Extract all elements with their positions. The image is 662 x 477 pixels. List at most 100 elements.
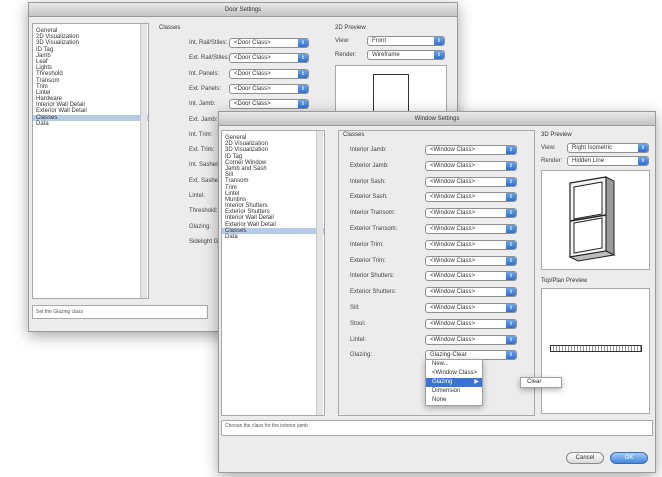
class-row: Ext. Rail/Stiles: <Door Class> ⇕ [189,53,309,64]
class-row-label: Lintel: [189,193,206,199]
chevron-updown-icon: ⇕ [638,144,648,152]
class-select-value: <Window Class> [430,147,476,153]
door-category-list[interactable]: General 2D Visualization 3D Visualization I… [32,23,149,299]
class-row-label: Int. Rail/Stiles: [189,40,228,46]
door-classes-heading: Classes [159,25,181,31]
chevron-updown-icon: ⇕ [298,54,308,63]
door-preview-heading: 2D Preview [335,25,366,31]
class-row-label: Exterior Trim: [350,257,386,264]
class-select[interactable]: <Window Class> ⇕ [425,271,517,282]
glazing-class-menu[interactable]: New... <Window Class> Glazing ▶ Dimension Non… [425,359,483,406]
class-select-value: <Window Class> [430,194,476,201]
window-render-select[interactable]: Hidden Line ⇕ [567,156,649,166]
class-row: Interior Transom: <Window Class> ⇕ [350,208,517,219]
chevron-updown-icon: ⇕ [506,272,516,281]
door-render-select[interactable]: Wireframe ⇕ [367,50,445,60]
chevron-updown-icon: ⇕ [298,69,308,78]
class-select[interactable]: <Window Class> ⇕ [425,303,517,313]
class-row: Int. Panels: <Door Class> ⇕ [189,68,309,80]
class-row: Lintel: <Window Class> ⇕ [350,334,517,346]
chevron-updown-icon: ⇕ [506,146,516,154]
class-select[interactable]: <Window Class> ⇕ [425,160,517,171]
class-select[interactable]: <Window Class> ⇕ [425,239,517,250]
menu-item-label: Glazing [432,379,453,385]
class-row: Exterior Trim: <Window Class> ⇕ [350,255,517,267]
menu-item[interactable]: Dimension [426,387,482,396]
class-select[interactable]: <Window Class> ⇕ [425,224,517,234]
class-select-value: <Door Class> [234,55,271,62]
window-category-list[interactable]: General 2D Visualization 3D Visualization I… [221,130,325,416]
menu-item[interactable]: <Window Class> [426,369,482,378]
class-select-value: <Window Class> [430,241,476,248]
class-row: Sill: <Window Class> ⇕ [350,303,517,314]
menu-item[interactable]: None [426,396,482,405]
class-row-label: Interior Transom: [350,210,396,217]
class-select[interactable]: <Door Class> ⇕ [229,83,309,94]
ok-button[interactable]: OK [610,452,648,464]
window-view-label: View: [541,145,556,151]
window-settings-titlebar: Window Settings [219,112,655,126]
chevron-updown-icon: ⇕ [506,304,516,312]
class-select[interactable]: <Window Class> ⇕ [425,287,517,298]
category-item[interactable]: Data [222,234,324,240]
category-item[interactable]: Data [33,121,148,127]
class-row-label: Exterior Shutters: [350,289,397,296]
class-row-label: Int. Sashes: [189,162,221,169]
door-render-value: Wireframe [372,52,400,58]
chevron-updown-icon: ⇕ [506,288,516,297]
class-select[interactable]: <Window Class> ⇕ [425,208,517,219]
menu-item[interactable]: Glazing ▶ [426,378,482,387]
class-select-value: <Window Class> [430,210,476,217]
door-status-bar: Set the Glazing class [32,305,208,319]
class-row-label: Ext. Jamb: [189,116,218,123]
chevron-updown-icon: ⇕ [298,100,308,109]
class-row: Int. Rail/Stiles: <Door Class> ⇕ [189,38,309,49]
class-row-label: Interior Trim: [350,241,384,248]
window-top-plan-heading: Top/Plan Preview [541,278,588,284]
chevron-updown-icon: ⇕ [506,209,516,218]
window-view-value: Right Isometric [572,145,613,151]
class-row-label: Ext. Rail/Stiles: [189,55,230,62]
door-view-select[interactable]: Front ⇕ [367,36,445,46]
class-select[interactable]: <Door Class> ⇕ [229,99,309,110]
class-select[interactable]: <Window Class> ⇕ [425,176,517,187]
class-row-label: Glazing: [189,223,212,230]
window-view-row: View: Right Isometric ⇕ [541,143,649,154]
class-select-value: <Window Class> [430,289,476,296]
class-select[interactable]: <Window Class> ⇕ [425,145,517,155]
class-select-value: <Door Class> [234,101,271,108]
window-preview-heading: 3D Preview [541,132,572,138]
class-row-label: Interior Sash: [350,178,386,185]
class-select[interactable]: <Door Class> ⇕ [229,38,309,48]
class-select[interactable]: <Door Class> ⇕ [229,68,309,79]
class-row: Exterior Shutters: <Window Class> ⇕ [350,287,517,298]
class-select[interactable]: <Window Class> ⇕ [425,318,517,329]
class-row: Stool: <Window Class> ⇕ [350,318,517,330]
class-select-value: <Window Class> [430,257,476,264]
class-select-value: <Door Class> [234,85,271,92]
class-row-label: Stool: [350,320,366,327]
class-select[interactable]: <Window Class> ⇕ [425,255,517,266]
glazing-submenu[interactable]: Clear [520,377,562,388]
class-select[interactable]: <Window Class> ⇕ [425,334,517,345]
class-row-label: Int. Panels: [189,70,220,77]
chevron-updown-icon: ⇕ [298,84,308,93]
class-select[interactable]: <Door Class> ⇕ [229,53,309,64]
class-row: Interior Sash: <Window Class> ⇕ [350,176,517,188]
window-view-select[interactable]: Right Isometric ⇕ [567,143,649,153]
cancel-button[interactable]: Cancel [566,452,604,464]
class-select-value: <Window Class> [430,305,476,311]
chevron-updown-icon: ⇕ [506,225,516,233]
class-select-value: <Door Class> [234,70,271,77]
window-classes-heading: Classes [343,132,365,138]
menu-item[interactable]: New... [426,360,482,369]
door-category-scrollbar[interactable] [140,24,147,298]
class-row: Ext. Panels: <Door Class> ⇕ [189,83,309,95]
window-render-row: Render: Hidden Line ⇕ [541,156,649,167]
window-plan-shape [550,345,642,352]
class-select[interactable]: <Window Class> ⇕ [425,192,517,203]
class-row: Exterior Sash: <Window Class> ⇕ [350,192,517,203]
chevron-updown-icon: ⇕ [506,161,516,170]
submenu-item[interactable]: Clear [521,378,561,387]
window-category-scrollbar[interactable] [316,131,323,415]
